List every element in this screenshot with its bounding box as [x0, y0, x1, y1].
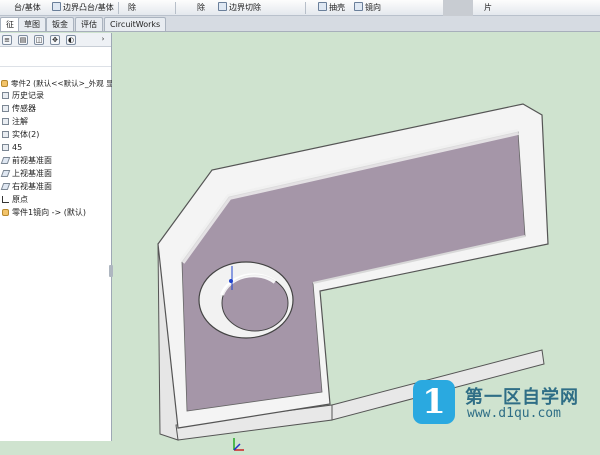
- watermark-url: www.d1qu.com: [467, 406, 561, 421]
- toolbar-highlight: [443, 0, 473, 16]
- plane-icon: [0, 183, 11, 190]
- tab-circuitworks[interactable]: CircuitWorks: [104, 17, 167, 31]
- site-watermark: 1 第一区自学网 www.d1qu.com: [413, 380, 600, 430]
- tree-item-sensors[interactable]: 传感器: [0, 103, 112, 114]
- boundary-cut-icon: [218, 2, 227, 11]
- tab-sheet-metal[interactable]: 钣金: [46, 17, 74, 31]
- sensor-icon: [2, 105, 9, 112]
- tree-item-history[interactable]: 历史记录: [0, 90, 112, 101]
- toolbar-mirror[interactable]: 镜向: [354, 2, 381, 14]
- boundary-boss-icon: [52, 2, 61, 11]
- tree-root-part[interactable]: 零件2 (默认<<默认>_外观 显示: [0, 78, 112, 89]
- toolbar-boundary-boss[interactable]: 边界凸台/基体: [52, 2, 114, 14]
- feature-manager-panel: ≡ ▤ ◫ ✥ ◐ › 零件2 (默认<<默认>_外观 显示 历史记录 传感器 …: [0, 33, 113, 441]
- tab-sketch[interactable]: 草图: [18, 17, 46, 31]
- tree-item-origin[interactable]: 原点: [0, 194, 112, 205]
- dimxpert-icon[interactable]: ✥: [50, 35, 60, 45]
- command-tabs: 征 草图 钣金 评估 CircuitWorks: [0, 16, 600, 32]
- part-icon: [1, 80, 8, 87]
- toolbar-separator: [118, 2, 119, 14]
- feature-tree-icon[interactable]: ≡: [2, 35, 12, 45]
- toolbar-shell[interactable]: 抽壳: [318, 2, 345, 14]
- tree-item-mirror-part[interactable]: 零件1镜向 -> (默认): [0, 207, 112, 218]
- panel-toolbar: ≡ ▤ ◫ ✥ ◐ ›: [0, 33, 111, 47]
- display-manager-icon[interactable]: ◐: [66, 35, 76, 45]
- toolbar-cut[interactable]: 除: [128, 2, 136, 14]
- watermark-logo: 1: [413, 380, 455, 424]
- annotation-icon: [2, 118, 9, 125]
- toolbar-separator: [305, 2, 306, 14]
- toolbar-separator: [175, 2, 176, 14]
- toolbar-boss-base[interactable]: 台/基体: [14, 2, 41, 14]
- history-icon: [2, 92, 9, 99]
- mirror-feature-icon: [2, 209, 9, 216]
- tree-item-material[interactable]: 45: [0, 142, 112, 153]
- axis-triad: [231, 435, 247, 455]
- command-toolbar: 台/基体 边界凸台/基体 除 除 边界切除 抽壳 镜向 片: [0, 0, 600, 16]
- tree-item-front-plane[interactable]: 前视基准面: [0, 155, 112, 166]
- tree-item-top-plane[interactable]: 上视基准面: [0, 168, 112, 179]
- configuration-manager-icon[interactable]: ◫: [34, 35, 44, 45]
- tree-item-solid-bodies[interactable]: 实体(2): [0, 129, 112, 140]
- solid-bodies-icon: [2, 131, 9, 138]
- feature-filter-area[interactable]: [0, 47, 111, 67]
- mirror-icon: [354, 2, 363, 11]
- toolbar-cut-2[interactable]: 除: [197, 2, 205, 14]
- chevron-right-icon[interactable]: ›: [98, 35, 108, 45]
- tree-item-annotations[interactable]: 注解: [0, 116, 112, 127]
- plane-icon: [0, 157, 11, 164]
- property-manager-icon[interactable]: ▤: [18, 35, 28, 45]
- tab-evaluate[interactable]: 评估: [75, 17, 103, 31]
- shell-icon: [318, 2, 327, 11]
- origin-icon: [2, 196, 9, 203]
- tree-item-right-plane[interactable]: 右视基准面: [0, 181, 112, 192]
- material-icon: [2, 144, 9, 151]
- toolbar-boundary-cut[interactable]: 边界切除: [218, 2, 261, 14]
- plane-icon: [0, 170, 11, 177]
- toolbar-sheet[interactable]: 片: [484, 2, 492, 14]
- tab-features[interactable]: 征: [0, 17, 20, 31]
